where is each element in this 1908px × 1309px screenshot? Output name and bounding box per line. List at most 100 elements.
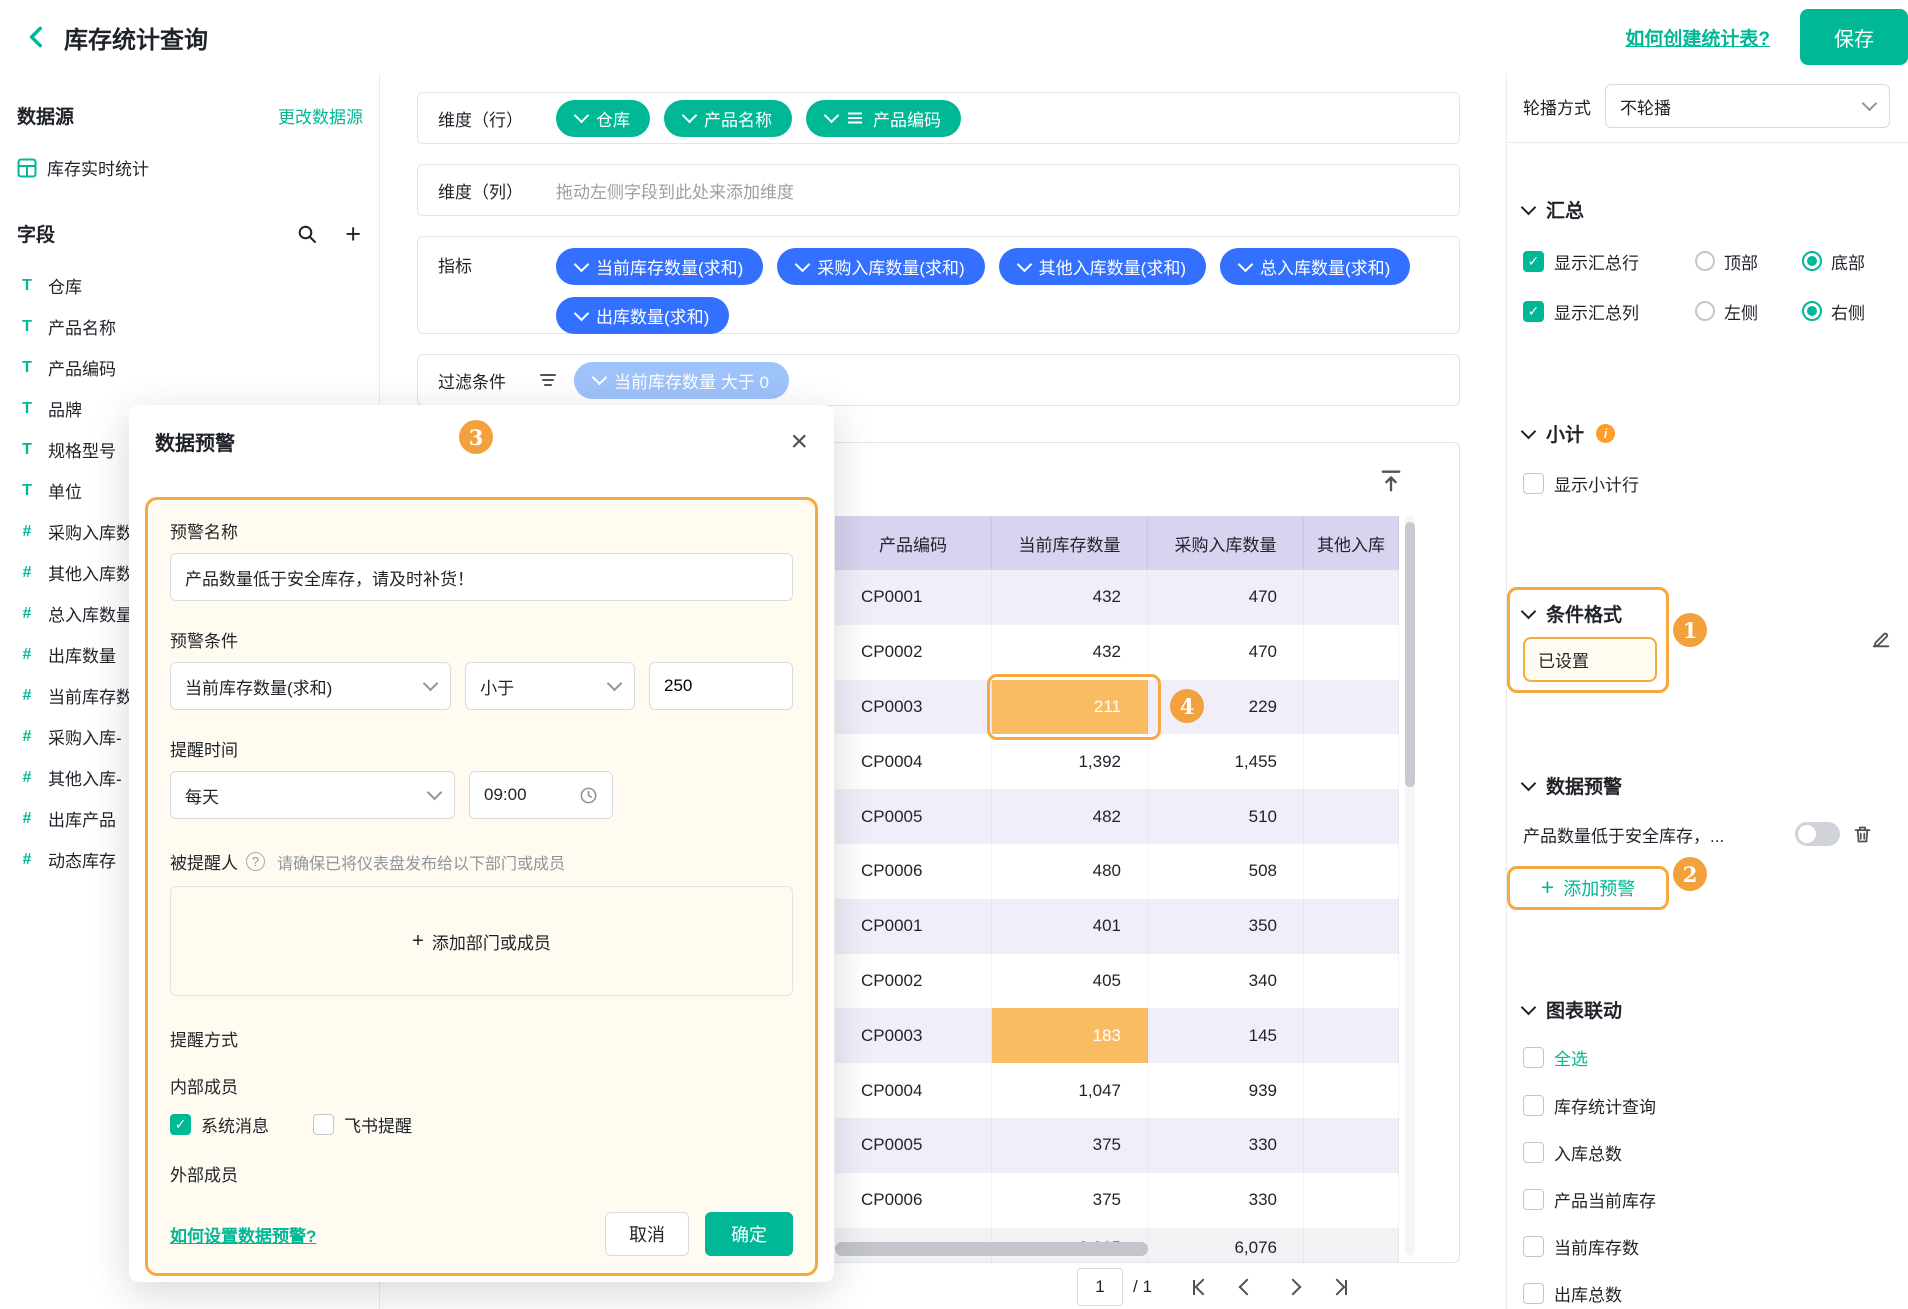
close-icon[interactable]: × — [790, 431, 808, 453]
info-icon[interactable]: i — [1596, 424, 1615, 443]
chevron-down-icon[interactable] — [1521, 604, 1537, 620]
datasource-item[interactable]: 库存实时统计 — [17, 155, 379, 180]
alert-help-link[interactable]: 如何设置数据预警? — [170, 1222, 316, 1247]
edit-icon[interactable] — [1870, 628, 1892, 650]
chevron-down-icon — [574, 256, 590, 272]
feishu-remind-checkbox[interactable] — [313, 1114, 334, 1135]
cell-other-qty — [1304, 680, 1399, 735]
summary-right-radio[interactable] — [1802, 301, 1822, 321]
time-picker[interactable]: 09:00 — [469, 771, 613, 819]
linkage-checkbox[interactable] — [1523, 1283, 1544, 1304]
metric-pill[interactable]: 总入库数量(求和) — [1220, 248, 1410, 285]
first-page-icon[interactable] — [1186, 1272, 1216, 1302]
create-table-help-link[interactable]: 如何创建统计表? — [1625, 24, 1770, 51]
cell-other-qty — [1304, 1118, 1399, 1173]
add-member-area[interactable]: + 添加部门或成员 — [170, 886, 793, 996]
cell-product-code: CP0001 — [835, 899, 992, 954]
chevron-down-icon[interactable] — [1521, 423, 1537, 439]
summary-purchase: 6,076 — [1148, 1228, 1304, 1263]
cell-product-code: CP0003 — [835, 680, 992, 735]
alert-toggle[interactable] — [1795, 822, 1840, 846]
confirm-button[interactable]: 确定 — [705, 1212, 793, 1256]
condition-field-select[interactable]: 当前库存数量(求和) — [170, 662, 451, 710]
chevron-down-icon[interactable] — [1521, 199, 1537, 215]
dimension-pill[interactable]: 产品名称 — [664, 100, 792, 137]
cell-product-code: CP0003 — [835, 1008, 992, 1063]
frequency-select[interactable]: 每天 — [170, 771, 455, 819]
prev-page-icon[interactable] — [1232, 1272, 1262, 1302]
summary-bottom-label: 底部 — [1831, 249, 1865, 274]
linkage-checkbox[interactable] — [1523, 1095, 1544, 1116]
linkage-item: 出库总数 — [1523, 1279, 1908, 1307]
field-item[interactable]: T 产品编码 — [0, 347, 379, 388]
select-all-checkbox[interactable] — [1523, 1047, 1544, 1068]
chevron-down-icon — [1238, 256, 1254, 272]
data-alert-section-title: 数据预警 — [1546, 772, 1622, 799]
pagination: 1 / 1 — [1077, 1268, 1354, 1306]
add-alert-button[interactable]: + 添加预警 — [1507, 866, 1669, 910]
save-button[interactable]: 保存 — [1800, 9, 1908, 65]
help-circle-icon[interactable]: ? — [246, 852, 265, 871]
chevron-down-icon — [682, 108, 698, 124]
back-icon[interactable] — [22, 22, 52, 52]
linkage-checkbox[interactable] — [1523, 1189, 1544, 1210]
dimension-pill[interactable]: 仓库 — [556, 100, 650, 137]
alert-name-input[interactable] — [170, 553, 793, 601]
cell-current-qty: 1,392 — [992, 734, 1148, 789]
collapse-rows-icon[interactable] — [1377, 467, 1405, 500]
show-subtotal-checkbox[interactable] — [1523, 473, 1544, 494]
search-icon[interactable] — [297, 224, 317, 244]
filter-pill[interactable]: 当前库存数量 大于 0 — [574, 362, 789, 399]
cell-current-qty: 211 — [992, 680, 1148, 735]
table-row: CP0005 375 330 — [835, 1118, 1399, 1173]
show-summary-col-checkbox[interactable]: ✓ — [1523, 301, 1544, 322]
clock-icon — [579, 786, 598, 805]
field-item[interactable]: T 产品名称 — [0, 306, 379, 347]
condition-threshold-input[interactable] — [649, 662, 793, 710]
conditional-format-status[interactable]: 已设置 — [1523, 637, 1657, 682]
trash-icon[interactable] — [1852, 824, 1873, 845]
horizontal-scrollbar-thumb[interactable] — [835, 1242, 1148, 1256]
metric-pill[interactable]: 当前库存数量(求和) — [556, 248, 763, 285]
vertical-scrollbar-thumb[interactable] — [1405, 522, 1415, 787]
chevron-down-icon[interactable] — [1521, 999, 1537, 1015]
divider — [1507, 142, 1908, 143]
datasource-name: 库存实时统计 — [47, 155, 149, 180]
conditional-format-box: 条件格式 已设置 — [1507, 587, 1669, 693]
summary-bottom-radio[interactable] — [1802, 251, 1822, 271]
cell-product-code: CP0002 — [835, 954, 992, 1009]
dimension-col-box: 维度（列） 拖动左侧字段到此处来添加维度 — [417, 164, 1460, 216]
field-item[interactable]: T 仓库 — [0, 265, 379, 306]
linkage-label: 产品当前库存 — [1554, 1187, 1656, 1212]
chevron-down-icon[interactable] — [1521, 775, 1537, 791]
metric-pill[interactable]: 出库数量(求和) — [556, 297, 729, 334]
show-summary-col-label: 显示汇总列 — [1554, 299, 1639, 324]
add-field-icon[interactable]: + — [345, 224, 361, 244]
cell-current-qty: 432 — [992, 625, 1148, 680]
dimension-col-label: 维度（列） — [438, 178, 550, 203]
metric-pill[interactable]: 其他入库数量(求和) — [999, 248, 1206, 285]
linkage-checkbox[interactable] — [1523, 1142, 1544, 1163]
summary-left-radio[interactable] — [1695, 301, 1715, 321]
metric-pill[interactable]: 采购入库数量(求和) — [777, 248, 984, 285]
page-title: 库存统计查询 — [64, 20, 208, 55]
cell-purchase-qty: 1,455 — [1148, 734, 1304, 789]
condition-operator-select[interactable]: 小于 — [465, 662, 635, 710]
change-datasource-link[interactable]: 更改数据源 — [278, 103, 363, 128]
cell-current-qty: 375 — [992, 1118, 1148, 1173]
next-page-icon[interactable] — [1278, 1272, 1308, 1302]
summary-left-label: 左侧 — [1724, 299, 1758, 324]
linkage-checkbox[interactable] — [1523, 1236, 1544, 1257]
page-number-box[interactable]: 1 — [1077, 1268, 1123, 1306]
show-summary-row-checkbox[interactable]: ✓ — [1523, 251, 1544, 272]
cancel-button[interactable]: 取消 — [605, 1212, 689, 1256]
summary-top-radio[interactable] — [1695, 251, 1715, 271]
field-label: 当前库存数 — [48, 683, 133, 708]
condition-operator-value: 小于 — [480, 674, 514, 699]
carousel-select[interactable]: 不轮播 — [1605, 84, 1890, 128]
pill-label: 出库数量(求和) — [596, 303, 709, 328]
system-message-checkbox[interactable]: ✓ — [170, 1114, 191, 1135]
dimension-pill[interactable]: 产品编码 — [806, 100, 961, 137]
last-page-icon[interactable] — [1324, 1272, 1354, 1302]
cell-other-qty — [1304, 899, 1399, 954]
